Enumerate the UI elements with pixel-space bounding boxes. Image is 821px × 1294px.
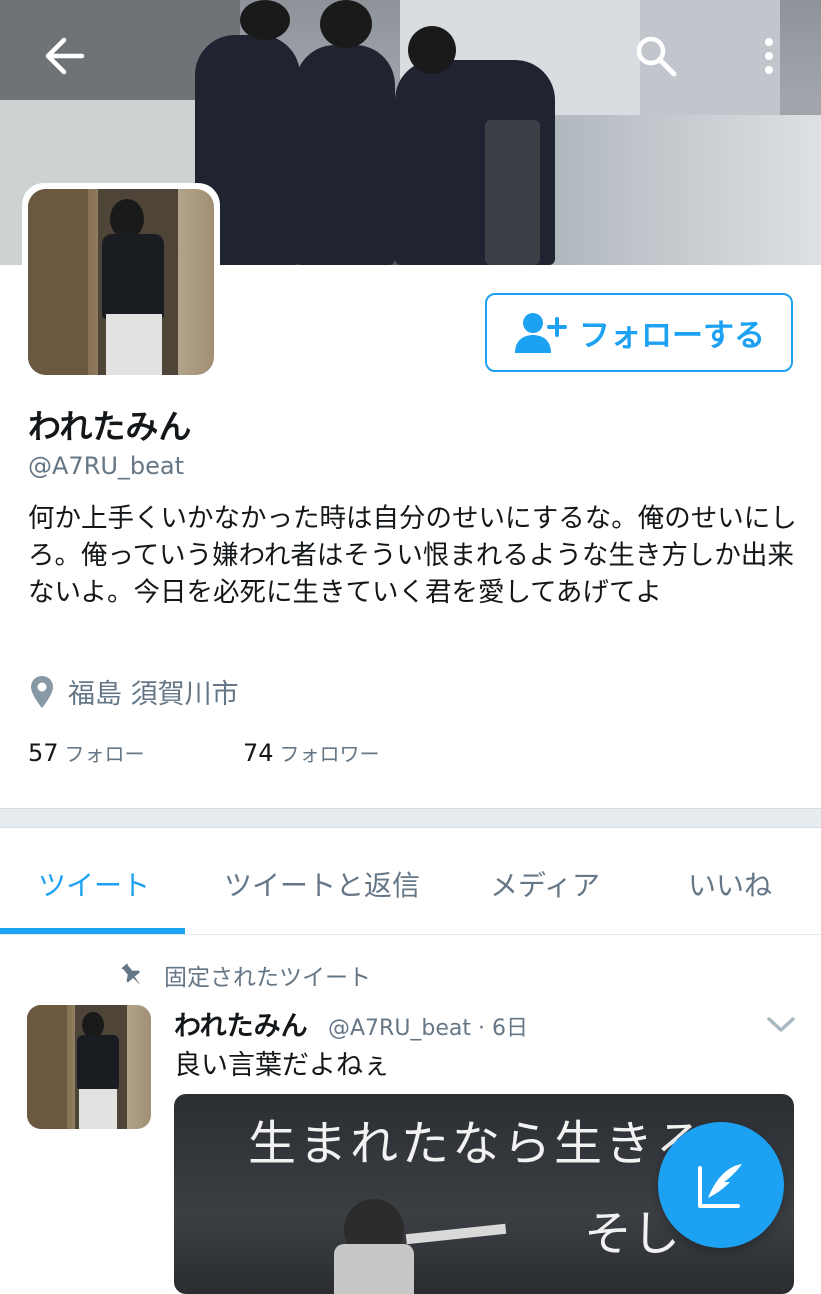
profile-avatar[interactable] bbox=[22, 183, 220, 381]
pinned-label-text: 固定されたツイート bbox=[164, 965, 371, 991]
search-button[interactable] bbox=[626, 26, 686, 86]
tweet-author-name[interactable]: われたみん bbox=[174, 1004, 308, 1043]
profile-location: 福島 須賀川市 bbox=[30, 672, 239, 711]
profile-display-name: われたみん bbox=[28, 407, 192, 446]
followers-count: 74 bbox=[243, 739, 274, 767]
following-link[interactable]: 57 フォロー bbox=[28, 738, 145, 767]
profile-tabs: ツイート ツイートと返信 メディア いいね bbox=[0, 828, 821, 935]
pinned-tweet-label: 固定されたツイート bbox=[118, 958, 371, 992]
search-icon bbox=[636, 36, 677, 77]
more-options-button[interactable] bbox=[741, 26, 797, 86]
following-label: フォロー bbox=[64, 742, 145, 766]
tab-media[interactable]: メディア bbox=[490, 864, 600, 904]
follow-button[interactable]: フォローする bbox=[485, 293, 793, 372]
more-vertical-icon bbox=[765, 38, 773, 74]
tweet-handle-time: @A7RU_beat · 6日 bbox=[328, 1016, 529, 1041]
location-pin-icon bbox=[31, 675, 53, 708]
following-count: 57 bbox=[28, 739, 59, 767]
add-user-icon bbox=[515, 312, 567, 353]
follow-button-label: フォローする bbox=[579, 318, 765, 354]
tab-tweets-and-replies[interactable]: ツイートと返信 bbox=[224, 864, 420, 904]
chevron-down-icon[interactable] bbox=[764, 1010, 798, 1038]
profile-handle: @A7RU_beat bbox=[28, 452, 185, 480]
tweet-text: 良い言葉だよねぇ bbox=[174, 1050, 390, 1081]
pin-icon bbox=[121, 963, 141, 985]
location-text: 福島 須賀川市 bbox=[68, 679, 239, 710]
profile-bio: 何か上手くいかなかった時は自分のせいにするな。俺のせいにしろ。俺っていう嫌われ者… bbox=[28, 503, 797, 608]
tweet-avatar[interactable] bbox=[27, 1005, 151, 1129]
followers-link[interactable]: 74 フォロワー bbox=[243, 738, 380, 767]
media-caption-line1: 生まれたなら生きろ bbox=[248, 1116, 708, 1172]
active-tab-indicator bbox=[0, 928, 185, 934]
compose-tweet-button[interactable] bbox=[658, 1122, 784, 1248]
followers-label: フォロワー bbox=[279, 742, 380, 766]
compose-quill-icon bbox=[698, 1164, 742, 1208]
back-button[interactable] bbox=[34, 26, 94, 86]
tab-likes[interactable]: いいね bbox=[688, 864, 772, 904]
arrow-left-icon bbox=[45, 37, 85, 75]
section-divider bbox=[0, 808, 821, 828]
tab-tweets[interactable]: ツイート bbox=[38, 864, 150, 904]
